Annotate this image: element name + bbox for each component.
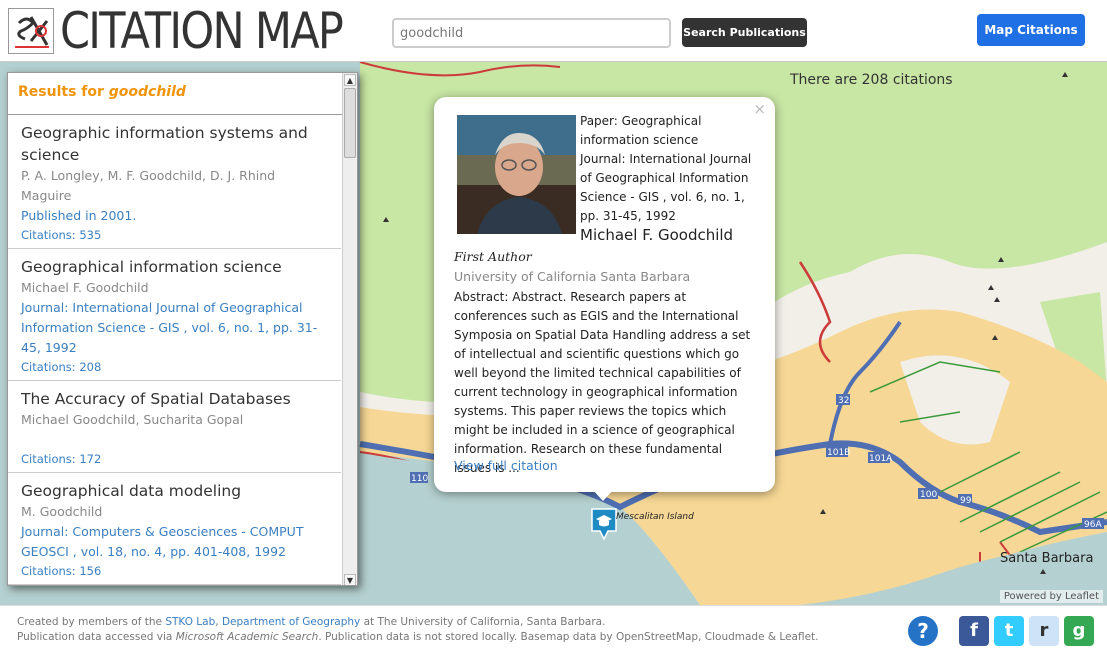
twitter-icon[interactable]: t [994, 616, 1024, 646]
facebook-icon[interactable]: f [959, 616, 989, 646]
search-input[interactable] [392, 18, 671, 48]
data-source: Microsoft Academic Search [175, 631, 319, 643]
footer-credits-prefix: Created by members of the [17, 616, 162, 628]
header: CITATION MAP Search Publications Map Cit… [0, 0, 1107, 62]
result-title[interactable]: Geographical data modeling [21, 480, 328, 502]
result-journal[interactable]: Journal: International Journal of Geogra… [21, 298, 328, 358]
footer-credits-suffix: at The University of California, Santa B… [363, 616, 606, 628]
help-icon[interactable]: ? [908, 616, 938, 646]
scroll-up-arrow-icon[interactable]: ▲ [344, 74, 356, 86]
result-citations[interactable]: Citations: 535 [21, 226, 328, 244]
logo-title[interactable]: CITATION MAP [60, 2, 344, 60]
results-query: goodchild [108, 84, 186, 100]
results-prefix: Results for [18, 84, 104, 100]
paper-info: Paper: Geographical information science … [580, 112, 760, 226]
scroll-thumb[interactable] [344, 88, 356, 158]
result-item[interactable]: Geographical information science Michael … [8, 249, 341, 381]
citation-count: There are 208 citations [790, 72, 953, 88]
svg-text:32: 32 [838, 396, 849, 406]
map-attribution[interactable]: Powered by Leaflet [999, 590, 1103, 603]
results-list: Geographic information systems and scien… [8, 115, 357, 585]
result-journal[interactable]: Published in 2001. [21, 206, 328, 226]
reddit-icon[interactable]: r [1029, 616, 1059, 646]
svg-text:99: 99 [960, 496, 972, 506]
result-citations[interactable]: Citations: 156 [21, 562, 328, 580]
result-item[interactable]: Geographic information systems and scien… [8, 115, 341, 249]
result-authors: M. Goodchild [21, 504, 103, 519]
footer-data-prefix: Publication data accessed via [17, 631, 173, 643]
footer-data-suffix: . Publication data is not stored locally… [318, 631, 819, 643]
author-name: Michael F. Goodchild [580, 226, 734, 244]
author-affiliation: University of California Santa Barbara [454, 269, 691, 284]
first-author-label: First Author [454, 249, 532, 264]
department-link[interactable]: Department of Geography [222, 616, 360, 628]
map-citations-button[interactable]: Map Citations [977, 14, 1085, 46]
svg-text:101A: 101A [869, 454, 893, 464]
graduation-cap-marker-icon[interactable] [590, 507, 618, 541]
svg-text:96A: 96A [1084, 520, 1102, 530]
svg-text:110: 110 [411, 474, 428, 484]
footer-credits: Created by members of the STKO Lab, Depa… [17, 616, 606, 628]
result-title[interactable]: Geographic information systems and scien… [21, 122, 328, 166]
place-label: Santa Barbara [1000, 551, 1094, 566]
logo-icon[interactable] [8, 8, 54, 54]
stko-lab-link[interactable]: STKO Lab [165, 616, 215, 628]
result-item[interactable]: The Accuracy of Spatial Databases Michael… [8, 381, 341, 473]
footer: Created by members of the STKO Lab, Depa… [0, 605, 1107, 653]
paper-journal: Journal: International Journal of Geogra… [580, 152, 752, 223]
results-panel: Results for goodchild Geographic informa… [7, 72, 358, 586]
result-journal[interactable] [21, 430, 328, 450]
result-citations[interactable]: Citations: 208 [21, 358, 328, 376]
author-photo [457, 115, 576, 234]
popup-tip [592, 489, 614, 501]
result-journal[interactable]: Journal: Computers & Geosciences - COMPU… [21, 522, 328, 562]
result-title[interactable]: Geographical information science [21, 256, 328, 278]
result-authors: Michael F. Goodchild [21, 280, 149, 295]
footer-data-note: Publication data accessed via Microsoft … [17, 631, 819, 643]
google-icon[interactable]: g [1064, 616, 1094, 646]
result-item[interactable]: Geographical data modeling M. Goodchild Jo… [8, 473, 341, 585]
result-authors: P. A. Longley, M. F. Goodchild, D. J. Rh… [21, 168, 276, 203]
result-authors: Michael Goodchild, Sucharita Gopal [21, 412, 244, 427]
paper-title: Paper: Geographical information science [580, 114, 702, 147]
result-title[interactable]: The Accuracy of Spatial Databases [21, 388, 328, 410]
scroll-down-arrow-icon[interactable]: ▼ [344, 574, 356, 585]
result-citations[interactable]: Citations: 172 [21, 450, 328, 468]
results-header: Results for goodchild [8, 73, 357, 115]
svg-text:101B: 101B [827, 448, 850, 458]
paper-abstract: Abstract: Abstract. Research papers at c… [454, 290, 751, 475]
view-full-citation-link[interactable]: View full citation [454, 458, 558, 473]
search-publications-button[interactable]: Search Publications [682, 18, 807, 47]
citation-popup: × Paper: Geographical information scienc… [434, 97, 775, 492]
results-scrollbar[interactable]: ▲ ▼ [342, 73, 357, 585]
marker-label: Mescalitan Island [616, 512, 694, 522]
svg-text:100: 100 [920, 490, 937, 500]
